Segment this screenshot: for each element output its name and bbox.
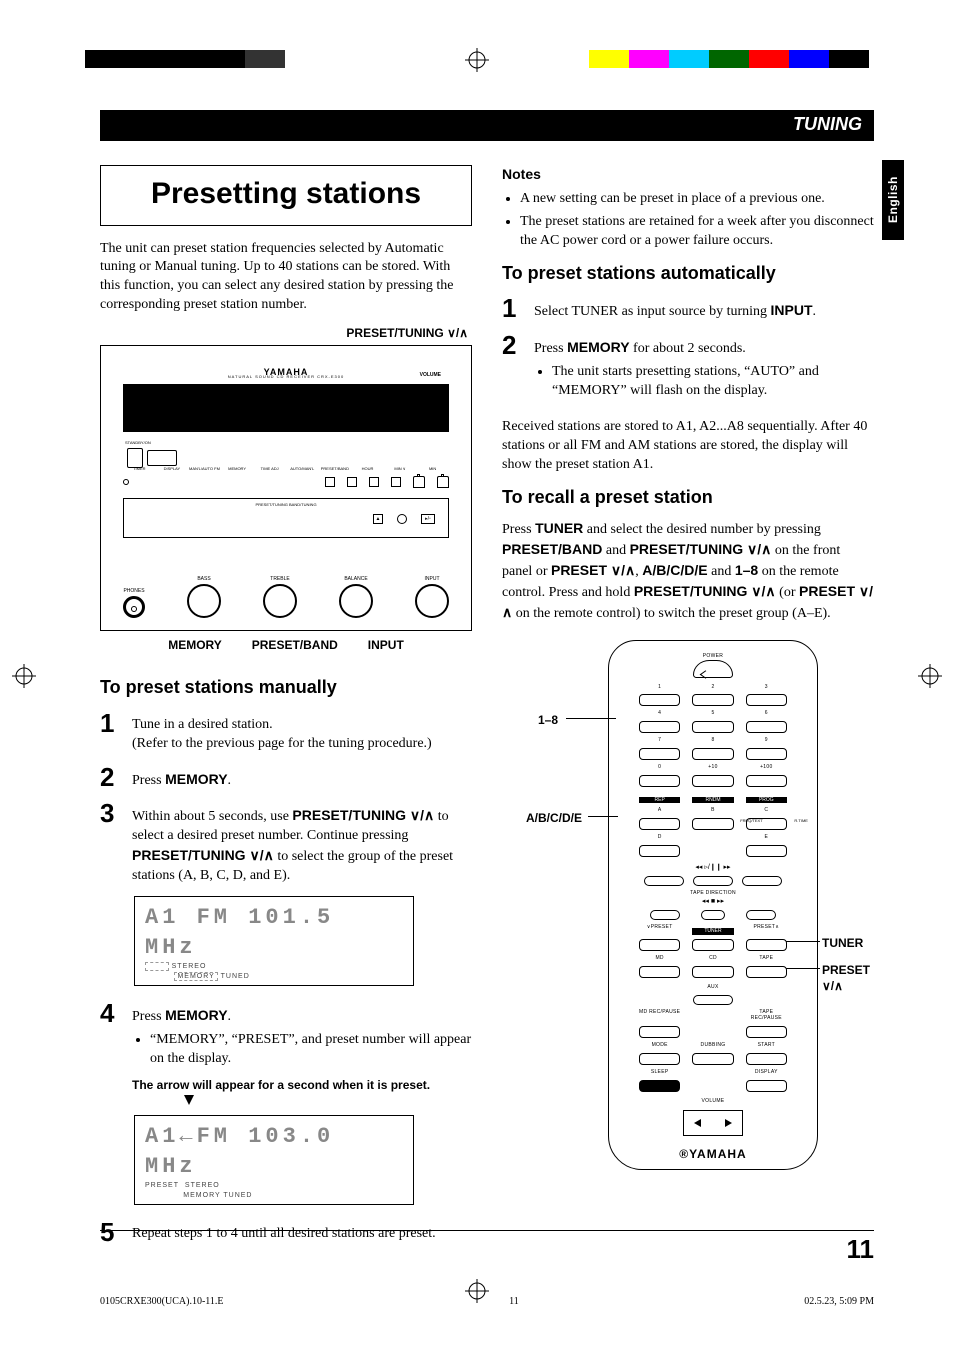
intro-paragraph: The unit can preset station frequencies … <box>100 240 472 316</box>
transport-row: ◂◂ ▹/❙❙ ▸▸ <box>621 863 805 872</box>
print-color-bar-right <box>589 50 869 68</box>
model-label: NATURAL SOUND CD RECEIVER CRX-E300 <box>228 374 344 379</box>
step-3: 3 Within about 5 seconds, use PRESET/TUN… <box>100 800 472 886</box>
step-2: 2 Press MEMORY. <box>100 764 472 791</box>
auto-paragraph: Received stations are stored to A1, A2..… <box>502 418 874 475</box>
step-4: 4 Press MEMORY. “MEMORY”, “PRESET”, and … <box>100 1000 472 1105</box>
front-buttons-row <box>123 476 449 488</box>
volume-label: VOLUME <box>420 372 441 379</box>
auto-preset-heading: To preset stations automatically <box>502 261 874 285</box>
language-tab: English <box>882 160 904 240</box>
standby-label: STANDBY/ON <box>125 440 151 445</box>
notes-heading: Notes <box>502 166 541 182</box>
skip-row: ◂◂ ■ ▸▸ <box>621 897 805 906</box>
lcd-display-1: A1 FM 101.5 MHz STEREO MEMORY TUNED <box>134 896 414 986</box>
page-title: Presetting stations <box>100 165 472 226</box>
power-icon <box>693 660 733 678</box>
volume-rocker-icon <box>683 1110 743 1136</box>
note-item: The preset stations are retained for a w… <box>520 213 874 251</box>
auto-step-2: 2 Press MEMORY for about 2 seconds. The … <box>502 332 874 409</box>
page-number: 11 <box>847 1234 875 1265</box>
button-row-labels: TIMERDISPLAY MAN'L/AUTO FMMEMORY TIME AD… <box>123 466 449 471</box>
page-content: TUNING English Presetting stations The u… <box>100 110 874 1261</box>
recall-heading: To recall a preset station <box>502 485 874 509</box>
print-footer: 0105CRXE300(UCA).10-11.E 11 02.5.23, 5:0… <box>100 1296 874 1307</box>
callout-abcde: A/B/C/D/E <box>526 810 582 826</box>
step-5: 5 Repeat steps 1 to 4 until all desired … <box>100 1219 472 1245</box>
manual-preset-heading: To preset stations manually <box>100 675 472 699</box>
left-column: Presetting stations The unit can preset … <box>100 165 472 1255</box>
note-item: A new setting can be preset in place of … <box>520 190 874 209</box>
callout-tuner: TUNER <box>822 935 863 951</box>
recall-paragraph: Press TUNER and select the desired numbe… <box>502 519 874 623</box>
arrow-down-icon <box>184 1095 194 1105</box>
knob-row: PHONES BASS TREBLE BALANCE INPUT <box>123 576 449 619</box>
tray-label: PRESET/TUNING BAND/TUNING <box>255 502 316 507</box>
preset-tuning-pointer-label: PRESET/TUNING ∨/∧ <box>100 325 468 341</box>
step-1: 1 Tune in a desired station. (Refer to t… <box>100 710 472 754</box>
section-tab: TUNING <box>100 110 874 141</box>
callout-1-8: 1–8 <box>538 712 558 728</box>
callout-preset: PRESET ∨/∧ <box>822 962 874 994</box>
auto-step-1: 1 Select TUNER as input source by turnin… <box>502 295 874 322</box>
receiver-diagram: YAMAHA NATURAL SOUND CD RECEIVER CRX-E30… <box>100 345 472 631</box>
lcd-display-2: A1←FM 103.0 MHz PRESET STEREO MEMORY TUN… <box>134 1115 414 1205</box>
diagram-pointer-labels: MEMORY PRESET/BAND INPUT <box>100 637 472 653</box>
registration-mark-icon <box>918 664 942 688</box>
registration-mark-icon <box>465 48 489 72</box>
print-color-bar-left <box>85 50 325 68</box>
yamaha-logo: ®YAMAHA <box>621 1146 805 1162</box>
remote-diagram: 1–8 A/B/C/D/E TUNER PRESET ∨/∧ POWER 123… <box>538 640 874 1180</box>
registration-mark-icon <box>12 664 36 688</box>
right-column: Notes A new setting can be preset in pla… <box>502 165 874 1255</box>
